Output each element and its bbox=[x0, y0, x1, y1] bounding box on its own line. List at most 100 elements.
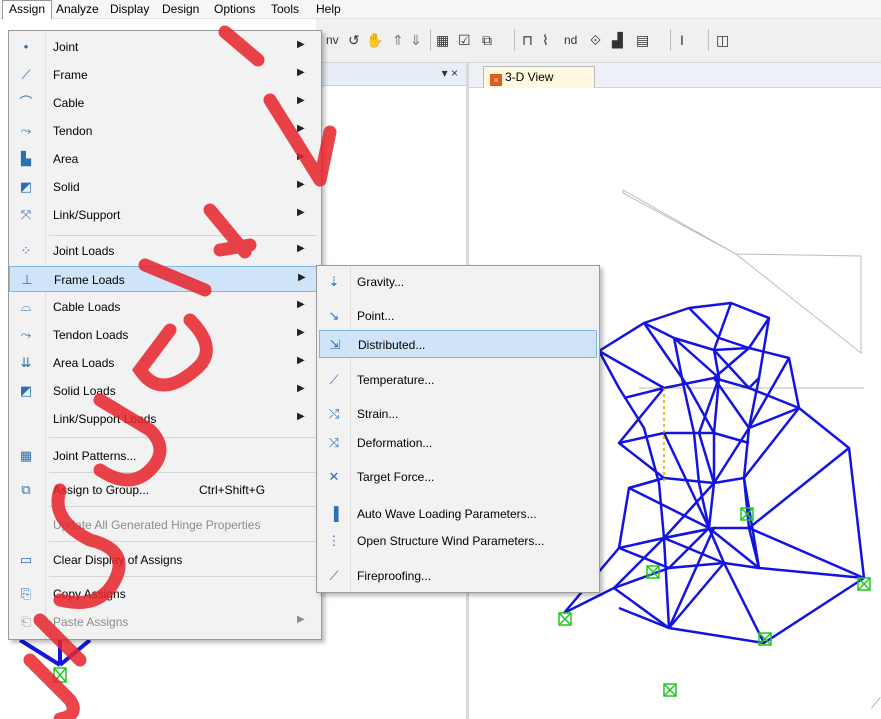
toolbar-nd-button[interactable]: nd bbox=[564, 27, 577, 53]
menu-options[interactable]: Options bbox=[208, 1, 261, 17]
view-tabbar: × 3-D View bbox=[469, 63, 881, 88]
grid-icon[interactable]: ▦ bbox=[436, 27, 449, 53]
temperature-icon: ⟋ bbox=[329, 372, 339, 387]
menu-help[interactable]: Help bbox=[310, 1, 347, 17]
menu-item-tendon-loads[interactable]: ⤳ Tendon Loads ▶ bbox=[9, 322, 321, 348]
menu-item-area-loads[interactable]: ⇊ Area Loads ▶ bbox=[9, 350, 321, 376]
solid-loads-icon: ◩ bbox=[19, 383, 33, 398]
tendon-icon: ⤳ bbox=[20, 123, 32, 138]
up-arrow-icon[interactable]: ⇑ bbox=[392, 27, 404, 53]
truss-icon[interactable]: ⌇ bbox=[542, 27, 549, 53]
checkbox-icon[interactable]: ☑ bbox=[458, 27, 471, 53]
menu-item-clear-display[interactable]: ▭ Clear Display of Assigns bbox=[9, 547, 321, 573]
paste-assigns-icon: ⎗ bbox=[20, 614, 32, 629]
submenu-arrow-icon: ▶ bbox=[297, 39, 305, 50]
menu-item-tendon[interactable]: ⤳ Tendon ▶ bbox=[9, 118, 321, 144]
menu-item-joint[interactable]: • Joint ▶ bbox=[9, 34, 321, 60]
rotate-icon[interactable]: ↺ bbox=[348, 27, 360, 53]
submenu-arrow-icon: ▶ bbox=[297, 67, 305, 78]
area-loads-icon: ⇊ bbox=[20, 355, 32, 370]
menu-item-link-support[interactable]: ⤧ Link/Support ▶ bbox=[9, 202, 321, 228]
menu-item-assign-to-group[interactable]: ⧉ Assign to Group... Ctrl+Shift+G bbox=[9, 477, 321, 503]
clear-display-icon: ▭ bbox=[19, 552, 33, 567]
submenu-arrow-icon: ▶ bbox=[298, 272, 306, 283]
menu-item-solid[interactable]: ◩ Solid ▶ bbox=[9, 174, 321, 200]
submenu-arrow-icon: ▶ bbox=[297, 614, 305, 625]
joint-add-icon[interactable]: ⟐ bbox=[590, 27, 601, 53]
submenu-arrow-icon: ▶ bbox=[297, 299, 305, 310]
submenu-arrow-icon: ▶ bbox=[297, 123, 305, 134]
solid-icon: ◩ bbox=[19, 179, 33, 194]
close-icon[interactable]: × bbox=[490, 74, 502, 86]
menu-item-joint-patterns[interactable]: ▦ Joint Patterns... bbox=[9, 443, 321, 469]
shortcut-label: Ctrl+Shift+G bbox=[199, 483, 266, 497]
submenu-arrow-icon: ▶ bbox=[297, 151, 305, 162]
cable-icon: ⌒ bbox=[19, 95, 33, 110]
menu-item-cable[interactable]: ⌒ Cable ▶ bbox=[9, 90, 321, 116]
menu-item-link-support-loads[interactable]: Link/Support Loads ▶ bbox=[9, 406, 321, 432]
wave-loading-icon: ▐ bbox=[329, 506, 339, 521]
copy-assigns-icon: ⎘ bbox=[20, 586, 32, 601]
submenu-arrow-icon: ▶ bbox=[297, 243, 305, 254]
submenu-item-point[interactable]: ↘ Point... bbox=[319, 302, 597, 330]
menu-design[interactable]: Design bbox=[156, 1, 205, 17]
point-load-icon: ↘ bbox=[328, 308, 340, 323]
menu-item-frame-loads[interactable]: ⊥ Frame Loads ▶ bbox=[9, 266, 321, 292]
joint-icon: • bbox=[23, 39, 29, 54]
down-arrow-icon[interactable]: ⇓ bbox=[410, 27, 422, 53]
view-icon[interactable]: ◫ bbox=[716, 27, 729, 53]
deformation-icon: ⤨ bbox=[328, 435, 340, 450]
submenu-arrow-icon: ▶ bbox=[297, 95, 305, 106]
table-icon[interactable]: ▤ bbox=[636, 27, 649, 53]
distributed-load-icon: ⇲ bbox=[329, 337, 341, 352]
section-i-button[interactable]: I bbox=[680, 27, 684, 53]
area-icon: ▙ bbox=[21, 151, 31, 166]
submenu-item-temperature[interactable]: ⟋ Temperature... bbox=[319, 366, 597, 394]
pan-icon[interactable]: ✋ bbox=[366, 27, 383, 53]
submenu-item-deformation[interactable]: ⤨ Deformation... bbox=[319, 429, 597, 457]
joint-patterns-icon: ▦ bbox=[19, 448, 33, 463]
frame-icon: ⟋ bbox=[21, 67, 31, 82]
assign-group-icon: ⧉ bbox=[21, 482, 31, 497]
toolbar: nv ↺ ✋ ⇑ ⇓ ▦ ☑ ⧉ ⊓ ⌇ nd ⟐ ▟ ▤ I ◫ bbox=[316, 19, 881, 63]
menu-item-paste-assigns: ⎗ Paste Assigns ▶ bbox=[9, 609, 321, 635]
submenu-arrow-icon: ▶ bbox=[297, 383, 305, 394]
menu-display[interactable]: Display bbox=[104, 1, 155, 17]
link-support-icon: ⤧ bbox=[20, 207, 32, 222]
menu-assign[interactable]: Assign bbox=[2, 0, 53, 19]
submenu-item-target-force[interactable]: ✕ Target Force... bbox=[319, 463, 597, 491]
submenu-item-distributed[interactable]: ⇲ Distributed... bbox=[319, 330, 597, 358]
frame-loads-submenu: ⇣ Gravity... ↘ Point... ⇲ Distributed...… bbox=[316, 265, 600, 593]
assign-menu: • Joint ▶ ⟋ Frame ▶ ⌒ Cable ▶ ⤳ Tendon ▶… bbox=[8, 30, 322, 640]
pane-close-button[interactable]: ▾ × bbox=[442, 66, 458, 80]
frame-draw-icon[interactable]: ⊓ bbox=[522, 27, 533, 53]
submenu-item-strain[interactable]: ⤭ Strain... bbox=[319, 400, 597, 428]
menu-item-cable-loads[interactable]: ⌓ Cable Loads ▶ bbox=[9, 294, 321, 320]
menu-analyze[interactable]: Analyze bbox=[50, 1, 105, 17]
tendon-loads-icon: ⤳ bbox=[20, 327, 32, 342]
menu-item-copy-assigns[interactable]: ⎘ Copy Assigns bbox=[9, 581, 321, 607]
submenu-arrow-icon: ▶ bbox=[297, 411, 305, 422]
toolbar-nv-button[interactable]: nv bbox=[326, 27, 339, 53]
frame-loads-icon: ⊥ bbox=[21, 272, 33, 287]
pane-header: ▾ × bbox=[316, 63, 466, 86]
submenu-item-open-structure-wind[interactable]: ⋮ Open Structure Wind Parameters... bbox=[319, 527, 597, 555]
submenu-arrow-icon: ▶ bbox=[297, 327, 305, 338]
menu-item-frame[interactable]: ⟋ Frame ▶ bbox=[9, 62, 321, 88]
tab-3d-view[interactable]: × 3-D View bbox=[483, 66, 595, 88]
cable-loads-icon: ⌓ bbox=[20, 299, 32, 314]
menu-item-joint-loads[interactable]: ⁘ Joint Loads ▶ bbox=[9, 238, 321, 264]
menu-bar: Assign Analyze Display Design Options To… bbox=[0, 0, 881, 19]
menu-item-update-hinge-properties: Update All Generated Hinge Properties bbox=[53, 518, 261, 532]
fireproofing-icon: ⟋ bbox=[329, 568, 339, 583]
menu-item-solid-loads[interactable]: ◩ Solid Loads ▶ bbox=[9, 378, 321, 404]
chart-icon[interactable]: ▟ bbox=[612, 27, 623, 53]
submenu-arrow-icon: ▶ bbox=[297, 355, 305, 366]
submenu-item-gravity[interactable]: ⇣ Gravity... bbox=[319, 268, 597, 296]
menu-item-area[interactable]: ▙ Area ▶ bbox=[9, 146, 321, 172]
select-icon[interactable]: ⧉ bbox=[482, 27, 492, 53]
menu-tools[interactable]: Tools bbox=[265, 1, 305, 17]
submenu-item-fireproofing[interactable]: ⟋ Fireproofing... bbox=[319, 562, 597, 590]
target-force-icon: ✕ bbox=[328, 469, 340, 484]
submenu-item-auto-wave-loading[interactable]: ▐ Auto Wave Loading Parameters... bbox=[319, 500, 597, 528]
